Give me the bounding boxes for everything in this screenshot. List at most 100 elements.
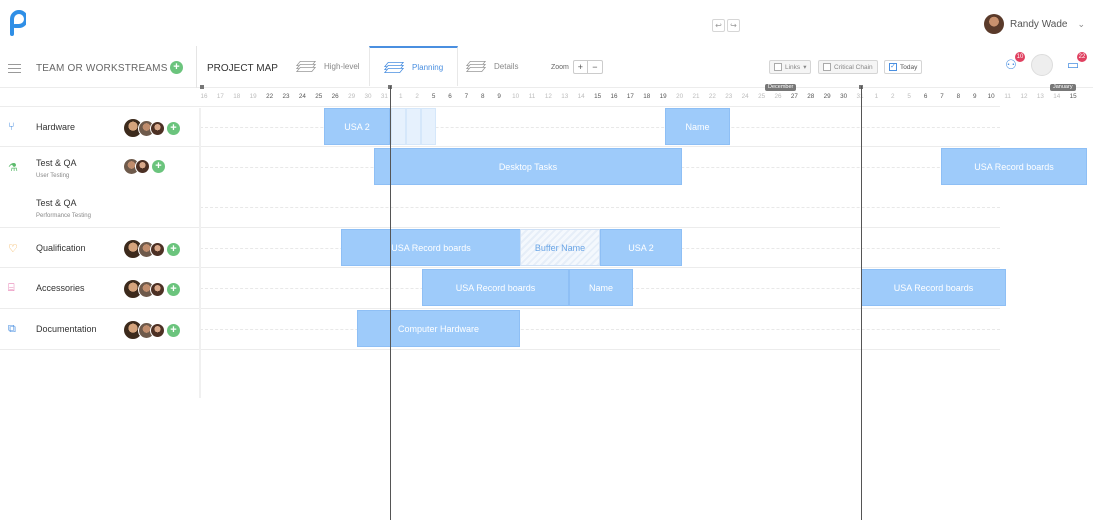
row-separator [0,146,1000,147]
team-count-badge: 10 [1015,52,1025,62]
tab-planning[interactable]: Planning [369,46,459,86]
task-bar[interactable]: Name [665,108,730,145]
today-toggle[interactable]: ✓ Today [884,60,923,74]
timeline-day: 9 [973,93,977,100]
tab-high-level[interactable]: High-level [295,46,360,86]
add-member-button[interactable]: + [167,121,180,135]
timeline-day: 10 [512,93,520,100]
timeline-day: 17 [216,93,224,100]
workstream-row[interactable]: Test & QA Performance Testing [0,188,196,228]
grid-guide [200,207,1000,208]
today-label: Today [900,63,918,71]
header-actions: ⚇ 10 ▭ 22 [1001,52,1087,76]
timeline-day: 12 [544,93,552,100]
add-member-button[interactable]: + [152,160,165,173]
timeline-day: 14 [1053,93,1061,100]
timeline-day: 31 [380,93,388,100]
workstream-row[interactable]: ⧉ Documentation + [0,310,196,350]
zoom-out-button[interactable]: − [588,61,602,73]
timeline-day: 11 [528,93,536,100]
hamburger-menu-icon[interactable] [8,64,21,76]
zoom-label: Zoom [551,63,569,71]
critical-chain-checkbox[interactable] [823,63,831,71]
timeline-day: 18 [643,93,651,100]
profile-placeholder[interactable] [1031,54,1053,76]
timeline-day: 18 [233,93,241,100]
timeline-day: 13 [561,93,569,100]
layers-icon [465,59,487,73]
timeline-day: 29 [823,93,831,100]
row-separator [0,227,1000,228]
timeline-day: 5 [431,93,436,100]
tab-details[interactable]: Details [465,46,519,86]
links-checkbox[interactable] [774,63,782,71]
milestone-line [861,86,862,520]
task-bar[interactable]: Name [569,269,633,306]
sidebar-scrollbar[interactable] [199,108,201,398]
critical-chain-toggle[interactable]: Critical Chain [818,60,878,74]
timeline-day: 7 [940,93,944,100]
user-menu[interactable]: Randy Wade ⌄ [984,14,1085,34]
avatar[interactable] [150,322,165,338]
chevron-down-icon: ⌄ [1077,18,1085,29]
highlighted-cell [406,108,421,145]
row-separator [0,106,1000,107]
add-team-button[interactable]: + [170,61,183,74]
timeline-day: 13 [1036,93,1044,100]
task-bar[interactable]: USA Record boards [861,269,1006,306]
avatar[interactable] [150,120,165,136]
tab-label: Details [494,61,519,71]
task-bar[interactable]: USA Record boards [941,148,1087,185]
add-member-button[interactable]: + [167,282,180,296]
avatar[interactable] [135,159,150,174]
today-checkbox[interactable]: ✓ [889,63,897,71]
workstream-row[interactable]: ⑂ Hardware + [0,108,196,148]
chevron-down-icon: ▾ [803,64,807,71]
timeline-day: 26 [774,93,782,100]
workstream-name: Accessories [36,283,85,293]
timeline-day: 16 [200,93,208,100]
workstream-name: Hardware [36,122,76,132]
avatar[interactable] [150,241,165,257]
team-members-icon[interactable]: ⚇ 10 [1001,52,1025,75]
task-bar[interactable]: USA 2 [600,229,682,266]
app-logo[interactable] [8,10,26,36]
zoom-in-button[interactable]: + [574,61,588,73]
workstream-row[interactable]: ⚗ Test & QA User Testing + [0,148,196,188]
timeline-day: 19 [249,93,257,100]
undo-button[interactable]: ↩ [712,19,725,32]
timeline-day: 25 [758,93,766,100]
task-bar[interactable]: Desktop Tasks [374,148,682,185]
workstream-row[interactable]: ♡ Qualification + [0,229,196,269]
timeline-day: 30 [840,93,848,100]
add-member-button[interactable]: + [167,242,180,256]
timeline-day: 15 [594,93,602,100]
timeline-day: 2 [415,93,419,100]
tab-label: Planning [412,62,444,72]
avatar[interactable] [150,281,165,297]
flask-icon: ⚗ [8,162,18,174]
add-member-button[interactable]: + [167,323,180,337]
task-bar[interactable]: USA Record boards [341,229,521,266]
timeline-start-flag [200,85,204,89]
timeline-day: 25 [315,93,323,100]
task-bar[interactable]: USA Record boards [422,269,569,306]
timeline-day: 5 [907,93,911,100]
timeline-day: 6 [448,93,452,100]
tab-label: High-level [324,61,360,71]
redo-button[interactable]: ↪ [727,19,740,32]
buffer-bar[interactable]: Buffer Name [520,229,600,266]
timeline-day: 23 [282,93,290,100]
highlighted-cell [421,108,436,145]
month-marker-january: January [1050,84,1076,91]
task-bar[interactable]: Computer Hardware [357,310,520,347]
task-bar[interactable]: USA 2 [324,108,390,145]
workstream-row[interactable]: ⌸ Accessories + [0,269,196,309]
timeline-day: 2 [891,93,895,100]
lightbulb-icon: ♡ [8,243,18,255]
timeline-day: 1 [874,93,879,100]
links-toggle[interactable]: Links ▾ [769,60,812,74]
chat-icon[interactable]: ▭ 22 [1063,52,1087,75]
grid-guide [200,329,1000,330]
divider [196,46,197,88]
